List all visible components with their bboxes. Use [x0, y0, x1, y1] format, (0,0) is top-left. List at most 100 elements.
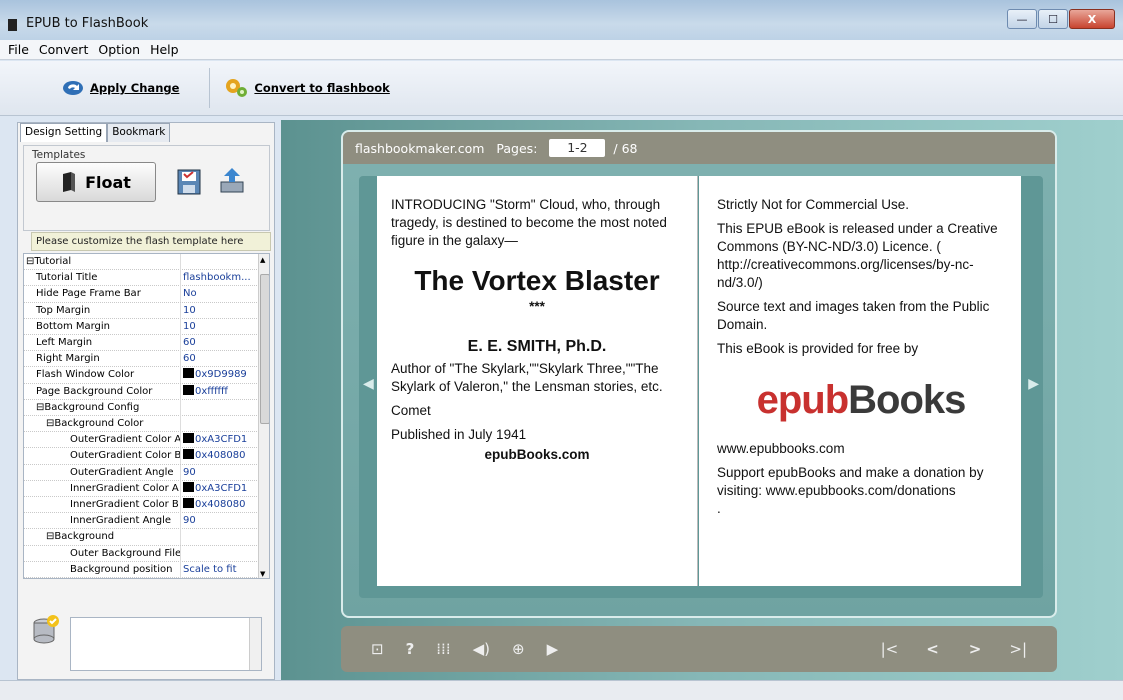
tab-bookmark[interactable]: Bookmark [107, 123, 171, 142]
property-row[interactable]: Page Background Color 0xffffff [24, 383, 257, 400]
tab-design-setting[interactable]: Design Setting [20, 123, 108, 142]
property-value[interactable]: 0xffffff [180, 383, 257, 400]
property-value[interactable]: 0x9D9989 [180, 367, 257, 384]
close-button[interactable]: X [1069, 9, 1115, 29]
minimize-button[interactable]: — [1007, 9, 1037, 29]
property-row[interactable]: OuterGradient Angle 90 [24, 464, 257, 481]
property-row[interactable]: InnerGradient Color B 0x408080 [24, 497, 257, 514]
scroll-down-icon[interactable]: ▼ [260, 570, 265, 578]
gears-icon [226, 79, 248, 97]
property-value[interactable]: 0xA3CFD1 [180, 480, 257, 497]
first-page-icon[interactable]: |< [881, 640, 899, 658]
property-row[interactable]: ⊟Background Color [24, 416, 257, 433]
logo-books: Books [848, 378, 966, 422]
property-row[interactable]: Right Margin 60 [24, 351, 257, 368]
property-value[interactable]: No [180, 286, 257, 303]
source-text: Source text and images taken from the Pu… [717, 299, 990, 332]
menu-file[interactable]: File [8, 42, 29, 57]
property-value[interactable]: 90 [180, 464, 257, 481]
menu-help[interactable]: Help [150, 42, 179, 57]
property-value[interactable]: flashbookm... [180, 270, 257, 287]
prev-page-arrow-icon[interactable]: ◀ [363, 376, 374, 392]
property-key: Page Background Color [36, 385, 153, 397]
sound-icon[interactable]: ◀) [473, 640, 490, 658]
next-page-icon[interactable]: > [969, 640, 982, 658]
book: ◀ INTRODUCING "Storm" Cloud, who, throug… [359, 176, 1043, 598]
property-value-text: 60 [183, 337, 196, 348]
last-page-icon[interactable]: >| [1009, 640, 1027, 658]
property-value[interactable] [180, 416, 257, 432]
page-number-input[interactable]: 1-2 [549, 139, 606, 157]
apply-change-label: Apply Change [90, 81, 180, 95]
property-row[interactable]: InnerGradient Angle 90 [24, 513, 257, 530]
property-key: Outer Background File [70, 547, 182, 559]
property-value[interactable]: 10 [180, 302, 257, 319]
property-row[interactable]: Bottom Margin 10 [24, 318, 257, 335]
float-template-button[interactable]: Float [36, 162, 156, 202]
export-template-icon[interactable] [217, 166, 247, 196]
templates-group: Templates Float Please customize the fla… [23, 145, 271, 251]
next-page-arrow-icon[interactable]: ▶ [1028, 376, 1039, 392]
property-value-text: 90 [183, 466, 196, 478]
license-notice: Strictly Not for Commercial Use. [717, 197, 910, 212]
pages-label: Pages: [496, 140, 538, 156]
help-icon[interactable]: ? [406, 640, 415, 658]
description-box[interactable] [70, 617, 262, 671]
intro-text: INTRODUCING "Storm" Cloud, who, through … [391, 197, 667, 248]
property-value[interactable]: Scale to fit [180, 561, 257, 578]
property-row[interactable]: OuterGradient Color A 0xA3CFD1 [24, 432, 257, 449]
zoom-in-icon[interactable]: ⊕ [512, 640, 525, 658]
property-value-text: 60 [183, 353, 196, 365]
previous-page-icon[interactable]: < [926, 640, 939, 658]
apply-change-button[interactable]: Apply Change [48, 68, 193, 108]
property-row[interactable]: Left Margin 60 [24, 335, 257, 352]
author-works: Author of "The Skylark,""Skylark Three,"… [391, 361, 663, 394]
property-value[interactable] [180, 254, 257, 270]
property-row[interactable]: OuterGradient Color B 0x408080 [24, 448, 257, 465]
property-row[interactable]: Background position Scale to fit [24, 561, 257, 578]
property-value[interactable]: 0x408080 [180, 448, 257, 465]
property-row[interactable]: ⊟Background Config [24, 399, 257, 416]
description-scrollbar[interactable] [249, 618, 261, 670]
autoplay-icon[interactable]: ▶ [547, 640, 559, 658]
property-row[interactable]: Flash Window Color 0x9D9989 [24, 367, 257, 384]
property-value-text: 0xA3CFD1 [195, 482, 248, 494]
property-scrollbar[interactable]: ▲ ▼ [258, 254, 269, 578]
convert-button[interactable]: Convert to flashbook [210, 68, 403, 108]
fit-screen-icon[interactable]: ⊡ [371, 640, 384, 658]
property-key: ⊟Background Color [46, 418, 144, 429]
window-controls: — ☐ X [1007, 9, 1115, 29]
save-template-icon[interactable] [176, 168, 202, 196]
property-value[interactable]: 90 [180, 513, 257, 530]
property-key: Tutorial Title [36, 272, 98, 284]
property-value[interactable]: 0xA3CFD1 [180, 432, 257, 449]
maximize-button[interactable]: ☐ [1038, 9, 1068, 29]
thumbnails-icon[interactable]: ⁞⁞⁞ [436, 640, 450, 658]
property-value[interactable] [180, 529, 257, 546]
color-swatch [183, 498, 194, 508]
property-value[interactable] [180, 399, 257, 416]
scrollbar-thumb[interactable] [260, 274, 269, 424]
scroll-up-icon[interactable]: ▲ [260, 256, 265, 264]
property-value[interactable]: 10 [180, 318, 257, 335]
property-value[interactable]: 0x408080 [180, 497, 257, 513]
menu-option[interactable]: Option [98, 42, 140, 57]
property-row[interactable]: Outer Background File [24, 545, 257, 562]
property-row[interactable]: Hide Page Frame Bar No [24, 286, 257, 303]
property-row[interactable]: ⊟Tutorial [24, 254, 257, 271]
property-row[interactable]: InnerGradient Color A 0xA3CFD1 [24, 480, 257, 497]
license-text: This EPUB eBook is released under a Crea… [717, 221, 998, 290]
property-row[interactable]: Top Margin 10 [24, 302, 257, 319]
property-grid[interactable]: ⊟Tutorial Tutorial Title flashbookm... Hide… [23, 253, 270, 579]
property-value-text: 0x408080 [195, 450, 246, 462]
property-value-text: 90 [183, 515, 196, 527]
property-value[interactable]: 60 [180, 335, 257, 351]
property-value[interactable] [180, 545, 257, 562]
property-value[interactable]: 60 [180, 351, 257, 368]
property-row[interactable]: ⊟Background [24, 529, 257, 546]
property-value-text: 0x408080 [195, 499, 246, 510]
color-swatch [183, 384, 194, 395]
property-row[interactable]: Tutorial Title flashbookm... [24, 270, 257, 287]
epubbooks-url: www.epubbooks.com [717, 441, 845, 456]
menu-convert[interactable]: Convert [39, 42, 88, 57]
